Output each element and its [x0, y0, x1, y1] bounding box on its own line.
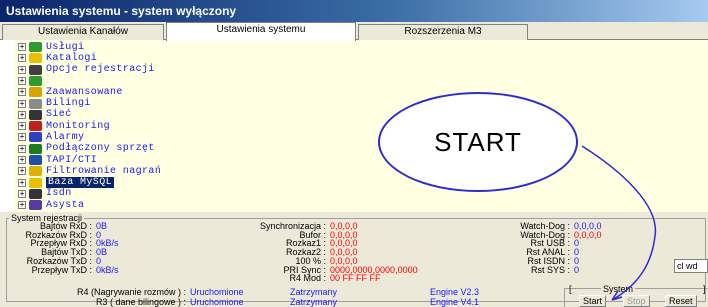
tree-item-label: Alarmy — [46, 131, 85, 143]
expand-icon[interactable]: + — [18, 156, 26, 164]
expand-icon[interactable]: + — [18, 178, 26, 187]
service-status: Uruchomione — [190, 287, 244, 297]
settings-tree: + Usługi + Katalogi + Opcje rejestracji + + Zaaw… — [14, 40, 708, 212]
system-group-title: System — [601, 284, 636, 294]
isdn-icon — [29, 188, 42, 199]
tree-item[interactable]: + Monitoring — [18, 120, 110, 132]
tree-item-label: Isdn — [46, 188, 72, 200]
tree-item-label: Katalogi — [46, 52, 98, 64]
status-panel: System rejestracji Bajtów RxD :0B Rozkazó… — [0, 212, 708, 307]
tree-item-label: Asysta — [46, 199, 85, 211]
service-engine: Engine V4.1 — [430, 297, 480, 307]
tree-item[interactable]: + Alarmy — [18, 131, 84, 143]
status-value: 00 FF FF FF — [330, 273, 381, 284]
tree-item[interactable]: + TAPI/CTI — [18, 154, 97, 166]
tree-item-label: Filtrowanie nagrań — [46, 165, 162, 177]
key-icon — [29, 87, 42, 98]
reset-button[interactable]: Reset — [665, 295, 697, 307]
tree-item[interactable]: + Opcje rejestracji — [18, 64, 155, 76]
assist-icon — [29, 200, 42, 211]
expand-icon[interactable]: + — [18, 167, 26, 176]
service-engine: Engine V2.3 — [430, 287, 480, 297]
service-label: R3 ( dane bilingowe ) : — [95, 297, 186, 307]
tree-item-label: Usługi — [46, 41, 85, 53]
status-field: Przepływ TxD : 0kB/s — [4, 265, 119, 275]
tree-item[interactable]: + Sieć — [18, 109, 72, 121]
tree-item[interactable]: + Bilingi — [18, 98, 91, 110]
tree-item[interactable]: + Podłączony sprzęt — [18, 143, 155, 155]
tree-item-label: Monitoring — [46, 120, 111, 132]
stop-button[interactable]: Stop — [623, 295, 650, 307]
status-field: Rst SYS : 0 — [476, 265, 579, 275]
filter-icon — [29, 166, 42, 177]
network-icon — [29, 109, 42, 120]
service-rows: R4 (Nagrywanie rozmów ) : Uruchomione Za… — [18, 288, 558, 307]
tree-item[interactable]: + Isdn — [18, 188, 72, 200]
expand-icon[interactable]: + — [18, 43, 26, 51]
status-label: R4 Mod : — [289, 273, 326, 284]
tab-rozszerzenia-m3[interactable]: Rozszerzenia M3 — [358, 24, 528, 40]
tree-item-label: Baza MySQL — [46, 177, 115, 189]
tree-item[interactable]: + Zaawansowane — [18, 86, 123, 98]
expand-icon[interactable]: + — [18, 110, 26, 119]
expand-icon[interactable]: + — [18, 99, 26, 108]
tab-ustawienia-systemu[interactable]: Ustawienia systemu — [166, 22, 356, 41]
tree-item-label: Sieć — [46, 109, 72, 121]
expand-icon[interactable]: + — [18, 65, 26, 74]
status-value: 0kB/s — [96, 264, 119, 275]
monitor-icon — [29, 121, 42, 132]
expand-icon[interactable]: + — [18, 54, 26, 63]
title-bar: Ustawienia systemu - system wyłączony — [0, 0, 708, 22]
tab-ustawienia-kanalow[interactable]: Ustawienia Kanałów — [2, 24, 164, 40]
status-label: Rst SYS : — [530, 264, 570, 275]
service-action: Zatrzymany — [290, 287, 338, 297]
cl-wd-field[interactable]: cl wd — [674, 259, 708, 273]
alarm-icon — [29, 132, 42, 143]
expand-icon[interactable]: + — [18, 122, 26, 131]
service-status: Uruchomione — [190, 297, 244, 307]
phone-icon — [29, 155, 42, 165]
bracket-right: ] — [703, 284, 706, 294]
start-button[interactable]: Start — [579, 295, 607, 307]
status-label: Przepływ TxD : — [31, 264, 92, 275]
bracket-left: [ — [569, 284, 572, 294]
tree-item-label: Podłączony sprzęt — [46, 143, 155, 155]
people-icon — [29, 42, 42, 52]
tree-item[interactable]: + Usługi — [18, 41, 84, 53]
service-action: Zatrzymany — [290, 297, 338, 307]
window-title: Ustawienia systemu - system wyłączony — [6, 4, 237, 18]
document-icon — [29, 98, 42, 109]
tree-item[interactable]: + Baza MySQL — [18, 177, 115, 189]
expand-icon[interactable]: + — [18, 144, 26, 153]
service-label: R4 (Nagrywanie rozmów ) : — [76, 287, 186, 297]
expand-icon[interactable]: + — [18, 88, 26, 97]
system-control-group: [ System ] Start Stop Reset — [564, 284, 708, 307]
start-callout-text: START — [434, 127, 522, 157]
expand-icon[interactable]: + — [18, 189, 26, 198]
expand-icon[interactable]: + — [18, 76, 26, 85]
recorder-icon — [29, 64, 42, 75]
hardware-icon — [29, 143, 42, 154]
tree-item[interactable]: + Asysta — [18, 199, 84, 211]
tree-item[interactable]: + Filtrowanie nagrań — [18, 165, 161, 177]
database-icon — [29, 177, 42, 188]
folder-icon — [29, 53, 42, 64]
status-value: 0 — [574, 264, 580, 275]
status-field: R4 Mod : 00 FF FF FF — [236, 273, 381, 284]
tree-item[interactable]: + Katalogi — [18, 52, 97, 64]
people-icon — [29, 75, 42, 86]
tree-item-label: Opcje rejestracji — [46, 64, 155, 76]
tab-strip: Ustawienia Kanałów Ustawienia systemu Ro… — [0, 22, 708, 41]
tree-item-label: Bilingi — [46, 98, 91, 109]
tree-item-label: TAPI/CTI — [46, 154, 98, 166]
tree-item-label: Zaawansowane — [46, 86, 123, 98]
start-callout: START — [378, 92, 578, 192]
expand-icon[interactable]: + — [18, 201, 26, 210]
tree-item[interactable]: + — [18, 75, 46, 87]
expand-icon[interactable]: + — [18, 133, 26, 142]
